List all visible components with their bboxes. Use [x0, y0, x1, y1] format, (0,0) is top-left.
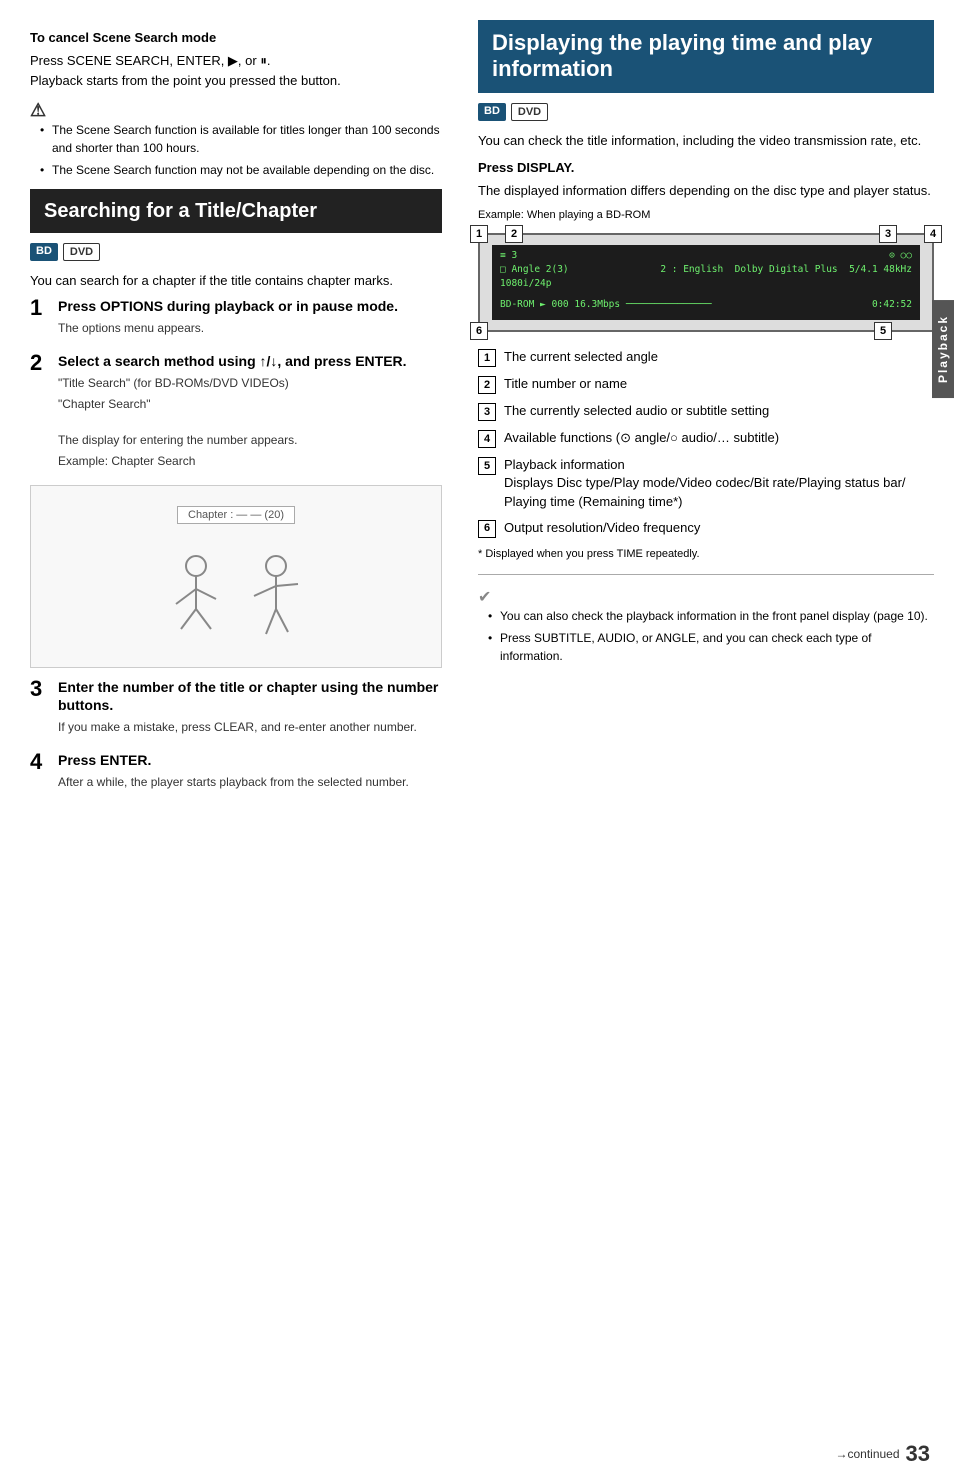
step-4-sub: After a while, the player starts playbac… — [58, 773, 442, 791]
stick-figure-left — [166, 554, 226, 644]
tip-icon: ✔ — [478, 587, 491, 607]
screen-resolution: 1080i/24p — [500, 278, 912, 289]
display-label-3: 3 The currently selected audio or subtit… — [478, 402, 934, 421]
tip-2: Press SUBTITLE, AUDIO, or ANGLE, and you… — [488, 629, 934, 665]
right-column: Displaying the playing time and play inf… — [460, 0, 954, 1483]
tips-list: You can also check the playback informat… — [478, 607, 934, 665]
label-text-2: Title number or name — [504, 375, 627, 393]
corner-num-2: 2 — [505, 225, 523, 243]
divider — [478, 574, 934, 575]
label-num-6: 6 — [478, 520, 496, 538]
display-label-6: 6 Output resolution/Video frequency — [478, 519, 934, 538]
step-2-sub3: The display for entering the number appe… — [58, 431, 442, 449]
press-display-title: Press DISPLAY. — [478, 160, 934, 175]
badge-dvd-right: DVD — [511, 103, 548, 121]
note-item-1: The Scene Search function is available f… — [40, 121, 442, 157]
screen-row1-left: ≡ 3 — [500, 250, 517, 261]
label-text-5: Playback informationDisplays Disc type/P… — [504, 456, 906, 511]
press-display-sub: The displayed information differs depend… — [478, 181, 934, 201]
step-3-title: Enter the number of the title or chapter… — [58, 678, 442, 714]
label-num-4: 4 — [478, 430, 496, 448]
tip-1: You can also check the playback informat… — [488, 607, 934, 625]
right-badge-row: BD DVD — [478, 103, 934, 121]
badge-bd-search: BD — [30, 243, 58, 261]
display-label-4: 4 Available functions (⊙ angle/○ audio/…… — [478, 429, 934, 448]
label-text-3: The currently selected audio or subtitle… — [504, 402, 769, 420]
screen-row3: BD-ROM ► 000 16.3Mbps ─────────────── 0:… — [500, 299, 912, 310]
tips-block: ✔ You can also check the playback inform… — [478, 587, 934, 665]
asterisk-note: * Displayed when you press TIME repeated… — [478, 546, 934, 563]
label-text-6: Output resolution/Video frequency — [504, 519, 700, 537]
step-1-sub: The options menu appears. — [58, 319, 442, 337]
label-text-1: The current selected angle — [504, 348, 658, 366]
display-labels-list: 1 The current selected angle 2 Title num… — [478, 348, 934, 538]
step-4-number: 4 — [30, 751, 48, 773]
screen-audio: 2 : English Dolby Digital Plus 5/4.1 48k… — [660, 264, 912, 275]
page-number: 33 — [906, 1441, 930, 1467]
badge-bd-right: BD — [478, 103, 506, 121]
corner-num-1: 1 — [470, 225, 488, 243]
corner-num-3: 3 — [879, 225, 897, 243]
playback-sidebar-label: Playback — [932, 300, 954, 398]
screen-row1: ≡ 3 ⊙ ○○ — [500, 250, 912, 261]
step-3-content: Enter the number of the title or chapter… — [58, 678, 442, 739]
screen-row2: □ Angle 2(3) 2 : English Dolby Digital P… — [500, 264, 912, 275]
label-text-4: Available functions (⊙ angle/○ audio/… s… — [504, 429, 779, 447]
step-3-sub: If you make a mistake, press CLEAR, and … — [58, 718, 442, 736]
cancel-title: To cancel Scene Search mode — [30, 30, 442, 45]
search-section-header: Searching for a Title/Chapter — [30, 189, 442, 233]
continued-text: →continued — [835, 1447, 899, 1461]
step-2-sub2: "Chapter Search" — [58, 395, 442, 413]
corner-num-5: 5 — [874, 322, 892, 340]
note-block-1: ⚠ The Scene Search function is available… — [30, 100, 442, 179]
step-2-sub1: "Title Search" (for BD-ROMs/DVD VIDEOs) — [58, 374, 442, 392]
note-list-1: The Scene Search function is available f… — [30, 121, 442, 179]
note-item-2: The Scene Search function may not be ava… — [40, 161, 442, 179]
note-icon-1: ⚠ — [30, 100, 442, 121]
display-label-5: 5 Playback informationDisplays Disc type… — [478, 456, 934, 511]
step-4-content: Press ENTER. After a while, the player s… — [58, 751, 442, 794]
step-2-title: Select a search method using ↑/↓, and pr… — [58, 352, 442, 370]
label-num-1: 1 — [478, 349, 496, 367]
step-1-number: 1 — [30, 297, 48, 319]
label-num-2: 2 — [478, 376, 496, 394]
step-1: 1 Press OPTIONS during playback or in pa… — [30, 297, 442, 340]
chapter-search-figure: Chapter : — — (20) — [30, 485, 442, 668]
search-badge-row: BD DVD — [30, 243, 442, 261]
label-num-3: 3 — [478, 403, 496, 421]
screen-codec: BD-ROM ► 000 16.3Mbps ─────────────── — [500, 299, 712, 310]
step-1-title: Press OPTIONS during playback or in paus… — [58, 297, 442, 315]
step-2-number: 2 — [30, 352, 48, 374]
screen-row1-right: ⊙ ○○ — [889, 250, 912, 261]
screen-time: 0:42:52 — [872, 299, 912, 310]
step-3-number: 3 — [30, 678, 48, 700]
right-header: Displaying the playing time and play inf… — [478, 20, 934, 93]
example-label: Example: When playing a BD-ROM — [478, 207, 934, 224]
badge-dvd-search: DVD — [63, 243, 100, 261]
screen-angle: □ Angle 2(3) — [500, 264, 569, 275]
step-2-content: Select a search method using ↑/↓, and pr… — [58, 352, 442, 473]
cancel-body: Press SCENE SEARCH, ENTER, ▶, or ⏸.Playb… — [30, 51, 442, 90]
page-footer: →continued 33 — [835, 1441, 930, 1467]
chapter-label: Chapter : — — (20) — [177, 506, 295, 524]
step-4-title: Press ENTER. — [58, 751, 442, 769]
stick-figure-right — [246, 554, 306, 644]
corner-num-6: 6 — [470, 322, 488, 340]
step-4: 4 Press ENTER. After a while, the player… — [30, 751, 442, 794]
bd-display-diagram: 1 2 3 4 5 6 ≡ 3 ⊙ ○○ □ Angle 2(3) 2 : En… — [478, 233, 934, 332]
label-num-5: 5 — [478, 457, 496, 475]
panel-screen: ≡ 3 ⊙ ○○ □ Angle 2(3) 2 : English Dolby … — [492, 245, 920, 320]
corner-num-4: 4 — [924, 225, 942, 243]
step-2-sub4: Example: Chapter Search — [58, 452, 442, 470]
step-3: 3 Enter the number of the title or chapt… — [30, 678, 442, 739]
cancel-section: To cancel Scene Search mode Press SCENE … — [30, 30, 442, 90]
display-label-1: 1 The current selected angle — [478, 348, 934, 367]
step-1-content: Press OPTIONS during playback or in paus… — [58, 297, 442, 340]
right-intro: You can check the title information, inc… — [478, 131, 934, 151]
step-2: 2 Select a search method using ↑/↓, and … — [30, 352, 442, 473]
display-label-2: 2 Title number or name — [478, 375, 934, 394]
search-intro: You can search for a chapter if the titl… — [30, 271, 442, 291]
